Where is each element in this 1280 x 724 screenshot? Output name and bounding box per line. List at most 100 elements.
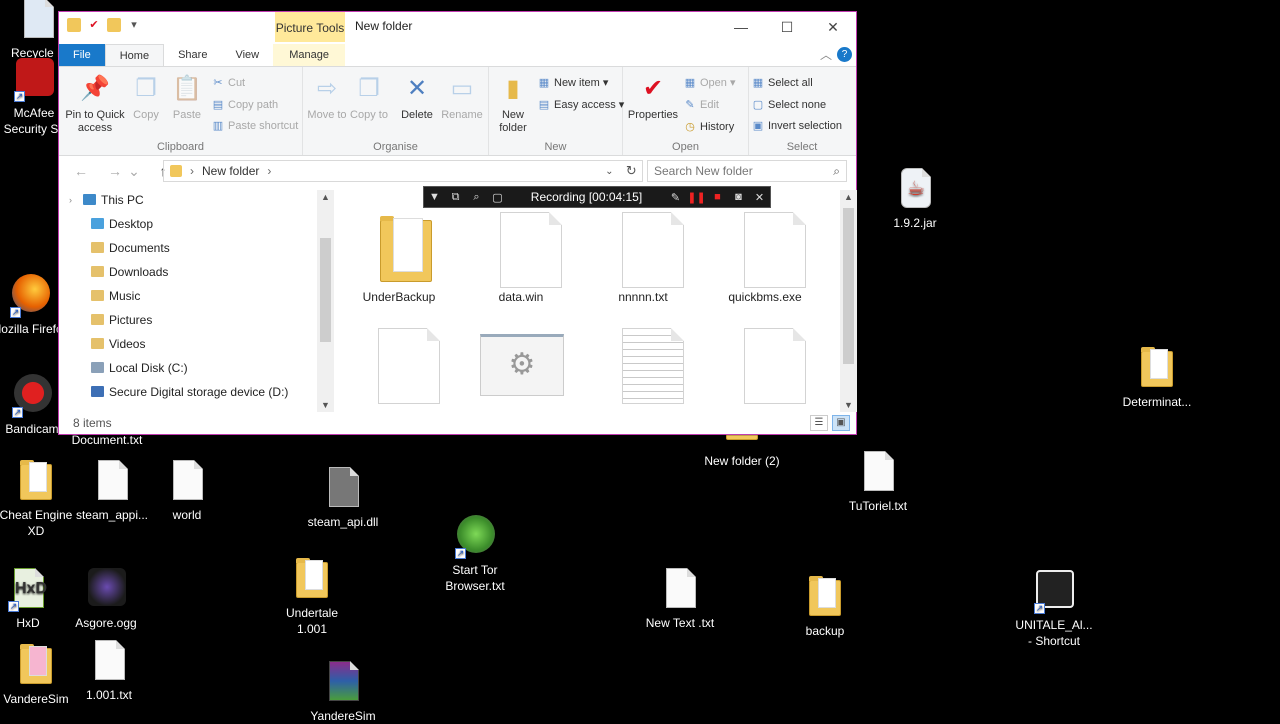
pin-quick-access-button[interactable]: 📌 Pin to Quick access	[63, 71, 127, 135]
desktop-yanderesim[interactable]: YandereSim	[301, 659, 385, 724]
desktop-undertale-folder[interactable]: Undertale 1.001	[270, 556, 354, 637]
file-list-scrollbar[interactable]: ▲ ▼	[840, 190, 857, 412]
desktop-tor-browser[interactable]: ↗ Start Tor Browser.txt	[433, 513, 517, 594]
select-all-button[interactable]: ▦ Select all	[751, 73, 813, 93]
desktop-world[interactable]: world	[145, 458, 229, 523]
history-button[interactable]: ◷ History	[683, 117, 734, 137]
edit-button[interactable]: ✎ Edit	[683, 95, 719, 115]
cut-button[interactable]: ✂ Cut	[211, 73, 245, 93]
desktop-hxd[interactable]: HxD ↗ HxD	[0, 566, 70, 631]
window-mode-icon[interactable]: ⧉	[445, 191, 466, 204]
desktop-java-jar[interactable]: ☕ 1.9.2.jar	[873, 166, 957, 231]
easy-access-button[interactable]: ▤ Easy access ▾	[537, 95, 625, 115]
large-icons-view-icon[interactable]: ▣	[832, 415, 850, 431]
pause-icon[interactable]: ❚❚	[686, 191, 707, 204]
scroll-thumb[interactable]	[843, 208, 854, 364]
details-view-icon[interactable]: ☰	[810, 415, 828, 431]
invert-selection-button[interactable]: ▣ Invert selection	[751, 116, 842, 136]
desktop-1001-txt[interactable]: 1.001.txt	[67, 638, 151, 703]
scroll-thumb[interactable]	[320, 238, 331, 342]
tree-item-sd-card[interactable]: Secure Digital storage device (D:)	[59, 380, 319, 404]
desktop-asgore[interactable]: Asgore.ogg	[64, 566, 148, 631]
copy-to-button[interactable]: ❐ Copy to	[349, 71, 389, 122]
move-to-button[interactable]: ⇨ Move to	[307, 71, 347, 122]
collapse-ribbon-icon[interactable]: ︿	[820, 46, 832, 63]
rename-button[interactable]: ▭ Rename	[439, 71, 485, 122]
file-item-5[interactable]	[344, 324, 454, 406]
tree-item-documents[interactable]: Documents	[59, 236, 319, 260]
open-button[interactable]: ▦ Open ▾	[683, 73, 736, 93]
explorer-window[interactable]: ✔ ▾ Picture Tools New folder — ☐ ✕ File …	[58, 11, 857, 435]
title-bar[interactable]: ✔ ▾ Picture Tools New folder — ☐ ✕	[59, 12, 856, 44]
tab-manage[interactable]: Manage	[273, 44, 346, 66]
back-arrow-icon[interactable]: ←	[69, 163, 93, 179]
file-item-6[interactable]: ⚙	[466, 324, 576, 406]
file-item-7[interactable]	[588, 324, 698, 406]
new-folder-qat-icon[interactable]	[107, 18, 121, 32]
properties-button[interactable]: ✔ Properties	[625, 71, 681, 122]
tab-share[interactable]: Share	[164, 44, 221, 66]
desktop-cheat-engine[interactable]: Cheat Engine XD	[0, 458, 78, 539]
tree-item-pictures[interactable]: Pictures	[59, 308, 319, 332]
new-item-button[interactable]: ▦ New item ▾	[537, 73, 609, 93]
scroll-down-icon[interactable]: ▼	[840, 400, 857, 410]
file-item-8[interactable]	[710, 324, 820, 406]
forward-arrow-icon[interactable]: →	[103, 163, 127, 179]
paste-button[interactable]: 📋 Paste	[167, 71, 207, 122]
file-item-quickbms-exe[interactable]: quickbms.exe	[710, 208, 820, 304]
desktop-tutoriel-txt[interactable]: TuToriel.txt	[836, 449, 920, 514]
desktop-unitale-shortcut[interactable]: ↗ UNITALE_Al... - Shortcut	[1012, 568, 1096, 649]
scroll-up-icon[interactable]: ▲	[317, 192, 334, 202]
tree-item-local-disk[interactable]: Local Disk (C:)	[59, 356, 319, 380]
desktop-determinat[interactable]: Determinat...	[1115, 345, 1199, 410]
expand-chevron-icon[interactable]: ›	[69, 188, 72, 212]
maximize-button[interactable]: ☐	[764, 12, 810, 42]
minimize-button[interactable]: —	[718, 12, 764, 42]
recent-locations-icon[interactable]: ⌄	[127, 163, 141, 180]
copy-path-button[interactable]: ▤ Copy path	[211, 95, 278, 115]
tree-item-this-pc[interactable]: › This PC	[59, 188, 319, 212]
chevron-down-icon[interactable]: ⌄	[605, 166, 613, 177]
file-item-underbackup[interactable]: UnderBackup	[344, 208, 454, 304]
scroll-down-icon[interactable]: ▼	[317, 400, 334, 410]
desktop-steam-appid[interactable]: steam_appi...	[70, 458, 154, 523]
zoom-icon[interactable]: ⌕	[466, 191, 487, 204]
breadcrumb-chevron-icon[interactable]: ›	[267, 164, 271, 178]
fullscreen-icon[interactable]: ▢	[487, 191, 508, 204]
desktop-new-text-txt[interactable]: New Text .txt	[638, 566, 722, 631]
properties-qat-icon[interactable]: ✔	[87, 18, 101, 32]
tab-view[interactable]: View	[221, 44, 273, 66]
tab-home[interactable]: Home	[104, 44, 165, 66]
file-item-data-win[interactable]: data.win	[466, 208, 576, 304]
new-folder-button[interactable]: ▮ New folder	[493, 71, 533, 135]
scroll-up-icon[interactable]: ▲	[840, 192, 857, 202]
chevron-down-icon[interactable]: ▾	[127, 18, 141, 32]
breadcrumb-separator-icon[interactable]: ›	[190, 164, 194, 178]
tree-item-downloads[interactable]: Downloads	[59, 260, 319, 284]
desktop-steam-api-dll[interactable]: steam_api.dll	[301, 465, 385, 530]
help-icon[interactable]: ?	[837, 47, 852, 62]
file-item-nnnnn-txt[interactable]: nnnnn.txt	[588, 208, 698, 304]
camera-icon[interactable]: ◙	[728, 191, 749, 203]
tab-file[interactable]: File	[59, 44, 105, 66]
delete-button[interactable]: ✕ Delete	[397, 71, 437, 122]
breadcrumb-new-folder[interactable]: New folder	[202, 164, 259, 178]
menu-down-icon[interactable]: ▼	[424, 191, 445, 203]
refresh-icon[interactable]: ↻	[626, 163, 637, 179]
desktop-backup[interactable]: backup	[783, 574, 867, 639]
stop-icon[interactable]: ■	[707, 191, 728, 203]
address-box[interactable]: › New folder ›	[163, 160, 643, 182]
text-file-icon	[622, 212, 684, 288]
copy-button[interactable]: ❐ Copy	[127, 71, 165, 122]
navigation-scrollbar[interactable]: ▲ ▼	[317, 190, 334, 412]
recording-toolbar[interactable]: ▼ ⧉ ⌕ ▢ Recording [00:04:15] ✎ ❚❚ ■ ◙ ✕	[423, 186, 771, 208]
tree-item-music[interactable]: Music	[59, 284, 319, 308]
pencil-icon[interactable]: ✎	[665, 191, 686, 204]
tree-item-desktop[interactable]: Desktop	[59, 212, 319, 236]
select-none-button[interactable]: ▢ Select none	[751, 95, 826, 115]
close-button[interactable]: ✕	[810, 12, 856, 42]
search-input[interactable]: Search New folder ⌕	[647, 160, 847, 182]
tree-item-videos[interactable]: Videos	[59, 332, 319, 356]
close-icon[interactable]: ✕	[749, 191, 770, 204]
paste-shortcut-button[interactable]: ▥ Paste shortcut	[211, 116, 299, 136]
